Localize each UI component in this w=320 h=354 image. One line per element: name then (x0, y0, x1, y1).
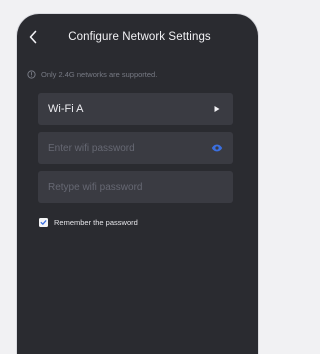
remember-label: Remember the password (54, 218, 138, 227)
notice-text: Only 2.4G networks are supported. (41, 70, 158, 79)
info-circle-icon (27, 70, 36, 79)
checkmark-icon (40, 220, 47, 225)
triangle-right-icon[interactable] (211, 103, 223, 115)
header: Configure Network Settings (17, 14, 258, 62)
password-field (38, 132, 233, 164)
wifi-network-selector[interactable]: Wi-Fi A (38, 93, 233, 125)
remember-password-option[interactable]: Remember the password (39, 218, 138, 227)
eye-icon[interactable] (211, 142, 223, 154)
retype-password-input[interactable] (48, 181, 223, 193)
page-title: Configure Network Settings (68, 31, 211, 43)
remember-checkbox[interactable] (39, 218, 48, 227)
selected-network-name: Wi-Fi A (48, 103, 84, 115)
network-notice: Only 2.4G networks are supported. (27, 70, 157, 79)
retype-password-field (38, 171, 233, 203)
network-settings-screen: Configure Network Settings Only 2.4G net… (17, 14, 258, 354)
password-input[interactable] (48, 142, 211, 154)
